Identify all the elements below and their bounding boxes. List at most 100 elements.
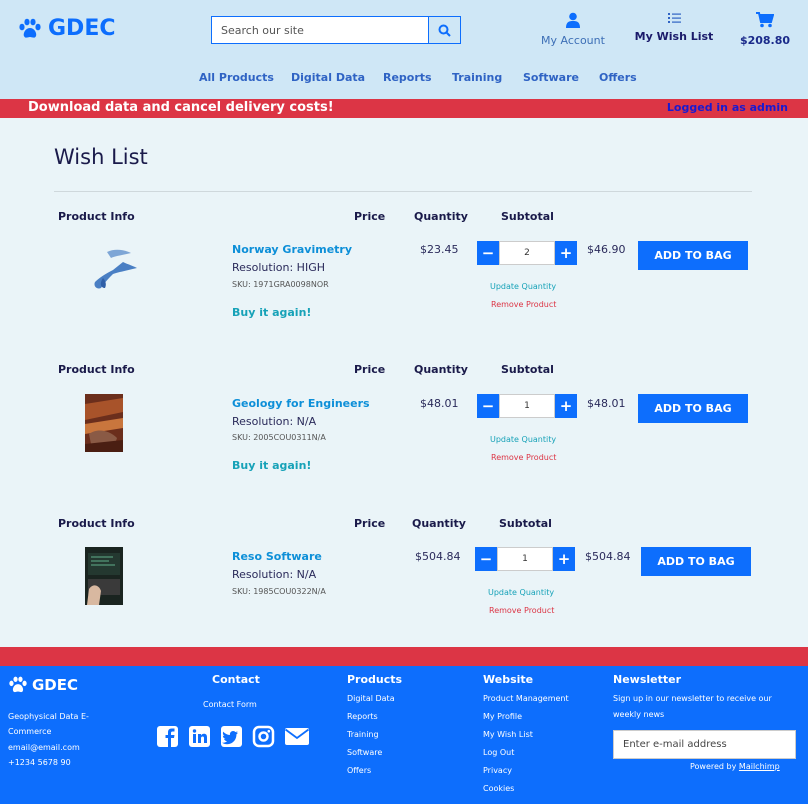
paw-icon	[9, 676, 27, 693]
col-price: Price	[354, 517, 386, 530]
promo-message: Download data and cancel delivery costs!	[28, 100, 334, 115]
shopping-cart-icon	[756, 12, 775, 28]
product-name[interactable]: Norway Gravimetry	[232, 243, 352, 256]
footer-link-log-out[interactable]: Log Out	[483, 748, 514, 757]
powered-by-prefix: Powered by	[690, 762, 737, 771]
update-quantity-link[interactable]: Update Quantity	[488, 588, 554, 597]
newsletter-description: weekly news	[613, 710, 665, 719]
product-sku: SKU: 2005COU0311N/A	[232, 433, 326, 442]
col-price: Price	[354, 363, 386, 376]
my-account-label: My Account	[541, 34, 605, 47]
social-links	[156, 725, 310, 748]
quantity-input[interactable]: 2	[499, 241, 555, 265]
footer-brand-logo[interactable]: GDEC	[8, 676, 78, 694]
search-button[interactable]	[429, 16, 461, 44]
quantity-stepper: − 2 +	[477, 241, 577, 265]
brand-logo[interactable]: GDEC	[18, 16, 116, 41]
twitter-icon[interactable]	[220, 725, 243, 748]
product-resolution: Resolution: HIGH	[232, 261, 325, 274]
product-name[interactable]: Reso Software	[232, 550, 322, 563]
nav-reports[interactable]: Reports	[383, 71, 432, 84]
product-thumbnail[interactable]	[85, 394, 123, 452]
product-price: $23.45	[420, 243, 459, 256]
cart-link[interactable]: $208.80	[738, 12, 792, 47]
increase-quantity-button[interactable]: +	[553, 547, 575, 571]
footer-link-reports[interactable]: Reports	[347, 712, 378, 721]
nav-software[interactable]: Software	[523, 71, 579, 84]
footer-contact-heading: Contact	[212, 673, 260, 686]
powered-by: Powered by Mailchimp	[690, 762, 780, 771]
my-account-link[interactable]: My Account	[536, 12, 610, 47]
newsletter-email-input[interactable]	[613, 730, 796, 759]
nav-all-products[interactable]: All Products	[199, 71, 274, 84]
nav-training[interactable]: Training	[452, 71, 502, 84]
promo-banner: Download data and cancel delivery costs!…	[0, 99, 808, 118]
col-quantity: Quantity	[414, 210, 468, 223]
footer-link-offers[interactable]: Offers	[347, 766, 371, 775]
footer-contact-form-link[interactable]: Contact Form	[203, 700, 257, 709]
paw-icon	[19, 18, 41, 38]
footer-brand-name: GDEC	[32, 676, 79, 694]
my-wish-list-link[interactable]: My Wish List	[632, 12, 716, 43]
instagram-icon[interactable]	[252, 725, 275, 748]
facebook-icon[interactable]	[156, 725, 179, 748]
site-header: GDEC My Account My Wish List	[0, 0, 808, 100]
quantity-input[interactable]: 1	[497, 547, 553, 571]
footer-phone: +1234 5678 90	[8, 758, 71, 767]
search-bar	[211, 16, 461, 44]
decrease-quantity-button[interactable]: −	[475, 547, 497, 571]
remove-product-link[interactable]: Remove Product	[489, 606, 554, 615]
update-quantity-link[interactable]: Update Quantity	[490, 282, 556, 291]
nav-digital-data[interactable]: Digital Data	[291, 71, 365, 84]
product-sku: SKU: 1985COU0322N/A	[232, 587, 326, 596]
nav-offers[interactable]: Offers	[599, 71, 637, 84]
product-thumbnail[interactable]	[85, 244, 141, 294]
buy-again-link[interactable]: Buy it again!	[232, 459, 311, 472]
product-thumbnail[interactable]	[85, 547, 123, 605]
decrease-quantity-button[interactable]: −	[477, 394, 499, 418]
login-status[interactable]: Logged in as admin	[667, 101, 788, 114]
search-icon	[438, 24, 451, 37]
update-quantity-link[interactable]: Update Quantity	[490, 435, 556, 444]
brand-name: GDEC	[48, 16, 116, 41]
footer-link-software[interactable]: Software	[347, 748, 382, 757]
col-price: Price	[354, 210, 386, 223]
col-product-info: Product Info	[58, 517, 135, 530]
search-input[interactable]	[211, 16, 429, 44]
decrease-quantity-button[interactable]: −	[477, 241, 499, 265]
footer-link-product-management[interactable]: Product Management	[483, 694, 569, 703]
product-resolution: Resolution: N/A	[232, 568, 317, 581]
footer-products-heading: Products	[347, 673, 403, 686]
buy-again-link[interactable]: Buy it again!	[232, 306, 311, 319]
footer-link-training[interactable]: Training	[347, 730, 379, 739]
footer-link-privacy[interactable]: Privacy	[483, 766, 512, 775]
increase-quantity-button[interactable]: +	[555, 241, 577, 265]
footer-divider-strip	[0, 647, 808, 666]
remove-product-link[interactable]: Remove Product	[491, 300, 556, 309]
footer-link-my-profile[interactable]: My Profile	[483, 712, 522, 721]
linkedin-icon[interactable]	[188, 725, 211, 748]
list-icon	[667, 13, 681, 23]
footer-email[interactable]: email@email.com	[8, 743, 80, 752]
col-quantity: Quantity	[412, 517, 466, 530]
add-to-bag-button[interactable]: ADD TO BAG	[638, 394, 748, 423]
footer-tagline: Commerce	[8, 727, 52, 736]
page-title: Wish List	[54, 145, 148, 169]
col-product-info: Product Info	[58, 363, 135, 376]
envelope-icon[interactable]	[284, 725, 310, 748]
product-price: $48.01	[420, 397, 459, 410]
add-to-bag-button[interactable]: ADD TO BAG	[638, 241, 748, 270]
quantity-input[interactable]: 1	[499, 394, 555, 418]
col-product-info: Product Info	[58, 210, 135, 223]
remove-product-link[interactable]: Remove Product	[491, 453, 556, 462]
mailchimp-link[interactable]: Mailchimp	[739, 762, 780, 771]
increase-quantity-button[interactable]: +	[555, 394, 577, 418]
footer-link-cookies[interactable]: Cookies	[483, 784, 514, 793]
footer-link-my-wish-list[interactable]: My Wish List	[483, 730, 533, 739]
product-price: $504.84	[415, 550, 461, 563]
site-footer: GDEC Geophysical Data E- Commerce email@…	[0, 666, 808, 804]
product-subtotal: $46.90	[587, 243, 626, 256]
add-to-bag-button[interactable]: ADD TO BAG	[641, 547, 751, 576]
footer-link-digital-data[interactable]: Digital Data	[347, 694, 395, 703]
product-name[interactable]: Geology for Engineers	[232, 397, 370, 410]
